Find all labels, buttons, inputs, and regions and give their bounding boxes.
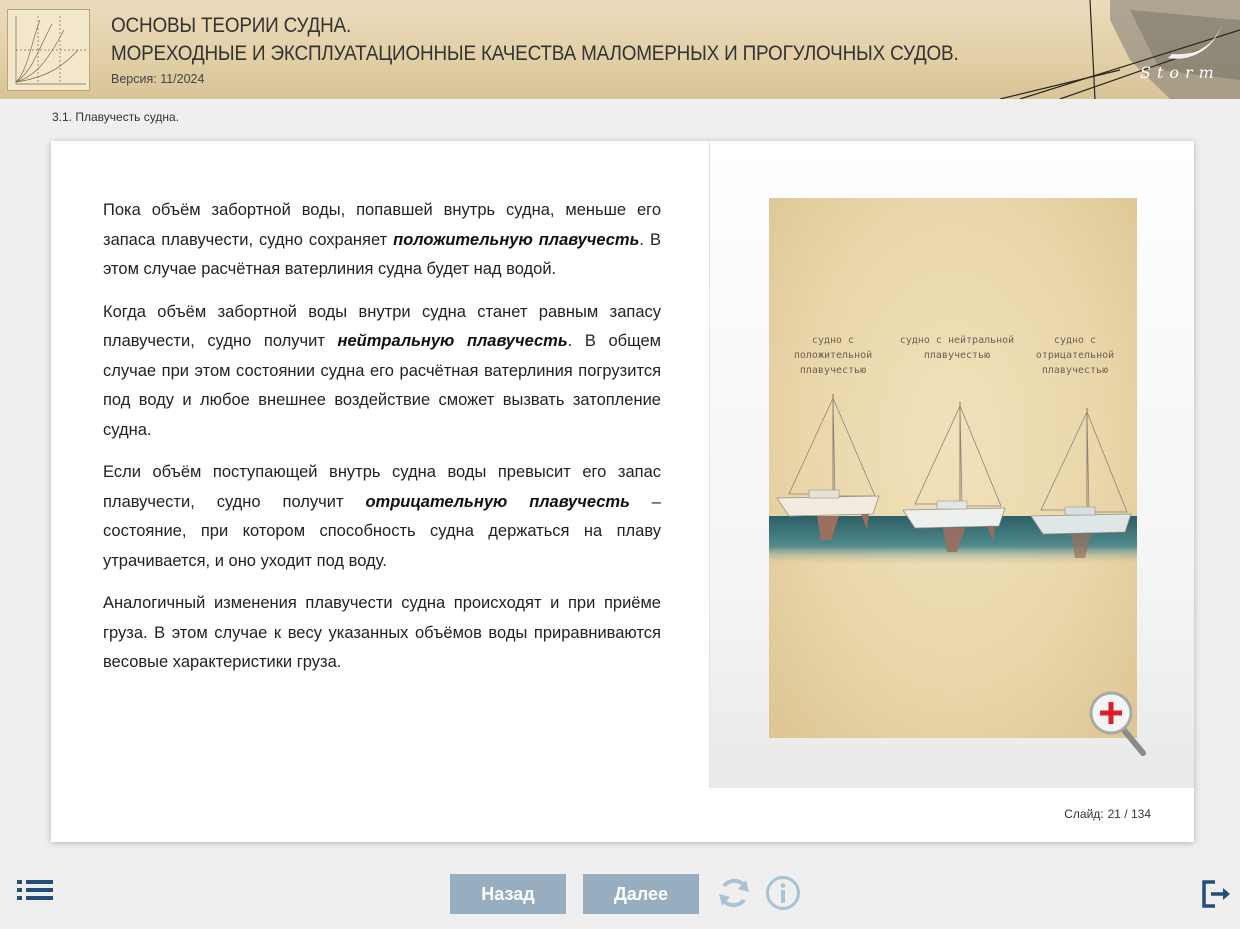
caption-positive: судно с положительной плавучестью [793, 335, 873, 376]
course-version: Версия: 11/2024 [111, 72, 205, 86]
zoom-in-button[interactable] [1087, 689, 1151, 759]
course-logo [7, 9, 90, 91]
next-button[interactable]: Далее [583, 874, 699, 914]
paragraph-3: Если объём поступающей внутрь судна воды… [103, 458, 661, 576]
reload-icon [719, 878, 749, 908]
buoyancy-illustration[interactable]: судно с положительной плавучестью судно … [769, 198, 1137, 738]
term-positive-buoyancy: положительную плавучесть [393, 230, 640, 249]
paragraph-1: Пока объём забортной воды, попавшей внут… [103, 196, 661, 285]
term-negative-buoyancy: отрицательную плавучесть [365, 492, 630, 511]
reload-button[interactable] [716, 874, 752, 912]
slide-counter-value: 21 / 134 [1107, 807, 1151, 821]
course-header: ОСНОВЫ ТЕОРИИ СУДНА. МОРЕХОДНЫЕ И ЭКСПЛУ… [0, 0, 1240, 99]
info-button[interactable] [765, 875, 801, 911]
illustration-panel: судно с положительной плавучестью судно … [709, 141, 1194, 788]
term-neutral-buoyancy: нейтральную плавучесть [337, 332, 568, 350]
breadcrumb: 3.1. Плавучесть судна. [52, 110, 180, 124]
caption-neutral: судно с нейтральной плавучестью [899, 335, 1015, 361]
exit-button[interactable] [1201, 880, 1231, 908]
storm-brand-logo: Storm [999, 0, 1240, 99]
slide-counter-label: Слайд: [1064, 807, 1104, 821]
menu-button[interactable] [17, 880, 55, 906]
back-button[interactable]: Назад [450, 874, 566, 914]
zoom-in-icon [1089, 691, 1146, 756]
brand-text: Storm [1140, 63, 1220, 82]
course-title-line2: МОРЕХОДНЫЕ И ЭКСПЛУАТАЦИОННЫЕ КАЧЕСТВА М… [111, 42, 959, 65]
paragraph-2: Когда объём забортной воды внутри судна … [103, 298, 661, 446]
slide-text: Пока объём забортной воды, попавшей внут… [103, 196, 661, 691]
caption-negative: судно с отрицательной плавучестью [1035, 335, 1115, 376]
slide-counter: Слайд: 21 / 134 [1060, 807, 1151, 821]
course-title-line1: ОСНОВЫ ТЕОРИИ СУДНА. [111, 14, 352, 37]
menu-icon [17, 880, 53, 900]
info-icon [766, 876, 800, 910]
slide-card: Пока объём забортной воды, попавшей внут… [51, 141, 1194, 842]
exit-icon [1202, 880, 1230, 908]
paragraph-4: Аналогичный изменения плавучести судна п… [103, 594, 661, 671]
